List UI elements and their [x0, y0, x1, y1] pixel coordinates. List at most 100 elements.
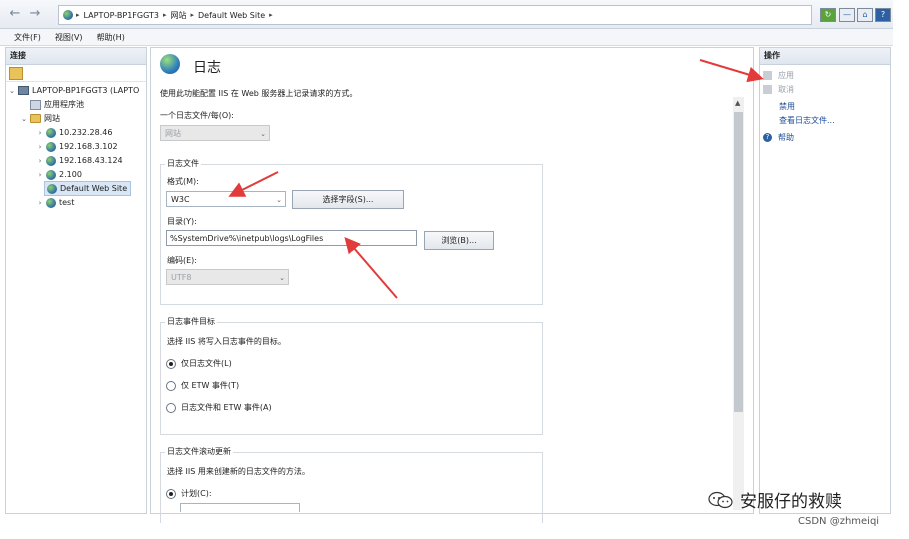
- breadcrumb-separator: ▸: [162, 11, 167, 19]
- expand-icon[interactable]: ›: [36, 129, 44, 137]
- tree-item-label: 网站: [44, 114, 60, 123]
- view-log-files-action[interactable]: 查看日志文件...: [779, 115, 835, 126]
- format-select[interactable]: W3C ⌄: [166, 191, 286, 207]
- radio-label: 计划(C):: [181, 489, 212, 498]
- collapse-icon[interactable]: ⌄: [8, 87, 16, 95]
- breadcrumb-separator: ▸: [190, 11, 195, 19]
- tree-item-site[interactable]: › 192.168.3.102: [36, 140, 118, 153]
- radio-log-and-etw[interactable]: 日志文件和 ETW 事件(A): [166, 402, 272, 413]
- tree-item-label: Default Web Site: [60, 184, 128, 193]
- tree-item-server[interactable]: ⌄ LAPTOP-BP1FGGT3 (LAPTO: [8, 84, 139, 97]
- stop-icon[interactable]: —: [839, 8, 855, 22]
- page-description: 使用此功能配置 IIS 在 Web 服务器上记录请求的方式。: [160, 89, 358, 98]
- tree-item-label: 2.100: [59, 170, 82, 179]
- app-pool-icon: [30, 99, 41, 110]
- select-fields-button[interactable]: 选择字段(S)...: [292, 190, 404, 209]
- breadcrumb-server[interactable]: LAPTOP-BP1FGGT3: [84, 11, 159, 20]
- expand-icon[interactable]: ›: [36, 157, 44, 165]
- menu-view[interactable]: 视图(V): [55, 32, 83, 43]
- address-bar: ← → ▸ LAPTOP-BP1FGGT3 ▸ 网站 ▸ Default Web…: [0, 0, 893, 29]
- breadcrumb-separator: ▸: [269, 11, 273, 19]
- forward-arrow-icon[interactable]: →: [26, 6, 44, 22]
- rollover-title: 日志文件滚动更新: [165, 446, 233, 457]
- scroll-up-icon[interactable]: ▲: [735, 99, 740, 107]
- radio-selected-icon: [166, 488, 176, 499]
- rollover-group: [160, 452, 543, 523]
- tree-item-label: 192.168.43.124: [59, 156, 123, 165]
- radio-icon: [166, 380, 176, 391]
- radio-selected-icon: [166, 358, 176, 369]
- directory-input[interactable]: %SystemDrive%\inetpub\logs\LogFiles: [166, 230, 417, 246]
- radio-etw-only[interactable]: 仅 ETW 事件(T): [166, 380, 239, 391]
- apply-action[interactable]: 应用: [763, 70, 794, 81]
- tree-item-site[interactable]: › 192.168.43.124: [36, 154, 123, 167]
- tree-item-sites[interactable]: ⌄ 网站: [20, 112, 60, 125]
- globe-icon: [63, 10, 73, 20]
- menu-file[interactable]: 文件(F): [14, 32, 41, 43]
- page-title: 日志: [193, 60, 221, 76]
- computer-icon: [18, 86, 29, 95]
- tree-item-label: LAPTOP-BP1FGGT3 (LAPTO: [32, 86, 140, 95]
- help-action[interactable]: ? 帮助: [763, 132, 794, 143]
- connect-toolbar-icon[interactable]: [9, 67, 23, 80]
- tree-item-app-pools[interactable]: 应用程序池: [28, 98, 84, 111]
- expand-icon[interactable]: ›: [36, 171, 44, 179]
- disable-action[interactable]: 禁用: [779, 101, 795, 112]
- event-destination-title: 日志事件目标: [165, 316, 217, 327]
- tree-item-label: 应用程序池: [44, 100, 84, 109]
- cancel-action[interactable]: 取消: [763, 84, 794, 95]
- expand-icon[interactable]: ›: [36, 199, 44, 207]
- one-log-per-label: 一个日志文件/每(O):: [160, 111, 234, 120]
- tree-item-label: 192.168.3.102: [59, 142, 118, 151]
- cancel-icon: [763, 85, 772, 94]
- expand-icon[interactable]: ›: [36, 143, 44, 151]
- tree-item-site[interactable]: › 2.100: [36, 168, 82, 181]
- chevron-down-icon: ⌄: [276, 196, 282, 204]
- help-circle-icon: ?: [763, 133, 772, 142]
- view-log-files-label: 查看日志文件...: [779, 116, 835, 125]
- rollover-description: 选择 IIS 用来创建新的日志文件的方法。: [167, 467, 310, 476]
- back-arrow-icon[interactable]: ←: [6, 6, 24, 22]
- globe-icon: [46, 127, 56, 138]
- format-label: 格式(M):: [167, 177, 199, 186]
- folder-icon: [30, 114, 41, 123]
- chevron-down-icon: ⌄: [260, 130, 266, 138]
- log-file-group-title: 日志文件: [165, 158, 201, 169]
- csdn-credit: CSDN @zhmeiqi: [798, 516, 880, 527]
- tree-item-site[interactable]: › test: [36, 196, 74, 209]
- scrollbar-thumb[interactable]: [734, 112, 743, 412]
- radio-label: 仅 ETW 事件(T): [181, 381, 240, 390]
- apply-label: 应用: [778, 71, 794, 80]
- breadcrumb-site[interactable]: Default Web Site: [198, 11, 265, 20]
- tree-item-site[interactable]: › 10.232.28.46: [36, 126, 112, 139]
- format-value: W3C: [171, 195, 190, 204]
- wechat-icon: [708, 491, 734, 509]
- help-icon[interactable]: ?: [875, 8, 891, 22]
- one-log-per-select[interactable]: 网站 ⌄: [160, 125, 270, 141]
- collapse-icon[interactable]: ⌄: [20, 115, 28, 123]
- menu-help[interactable]: 帮助(H): [97, 32, 125, 43]
- connections-title: 连接: [6, 48, 146, 65]
- breadcrumb[interactable]: ▸ LAPTOP-BP1FGGT3 ▸ 网站 ▸ Default Web Sit…: [58, 5, 812, 25]
- tree-item-default-web-site[interactable]: Default Web Site: [44, 181, 132, 196]
- chevron-down-icon: ⌄: [279, 274, 285, 282]
- watermark-text: 安服仔的救赎: [740, 492, 842, 512]
- help-label: 帮助: [778, 133, 794, 142]
- logging-globe-icon: [160, 54, 180, 74]
- globe-icon: [47, 183, 57, 194]
- globe-icon: [46, 141, 56, 152]
- encoding-select[interactable]: UTF8 ⌄: [166, 269, 289, 285]
- globe-icon: [46, 155, 56, 166]
- apply-icon: [763, 71, 772, 80]
- tree-item-label: 10.232.28.46: [59, 128, 113, 137]
- tree-item-label: test: [59, 198, 75, 207]
- breadcrumb-sites[interactable]: 网站: [171, 10, 187, 21]
- browse-button[interactable]: 浏览(B)...: [424, 231, 494, 250]
- home-icon[interactable]: ⌂: [857, 8, 873, 22]
- radio-log-file-only[interactable]: 仅日志文件(L): [166, 358, 232, 369]
- menu-bar: 文件(F) 视图(V) 帮助(H): [0, 29, 893, 46]
- event-destination-description: 选择 IIS 将写入日志事件的目标。: [167, 337, 286, 346]
- radio-schedule[interactable]: 计划(C):: [166, 488, 212, 499]
- schedule-select[interactable]: [180, 503, 300, 512]
- refresh-icon[interactable]: ↻: [820, 8, 836, 22]
